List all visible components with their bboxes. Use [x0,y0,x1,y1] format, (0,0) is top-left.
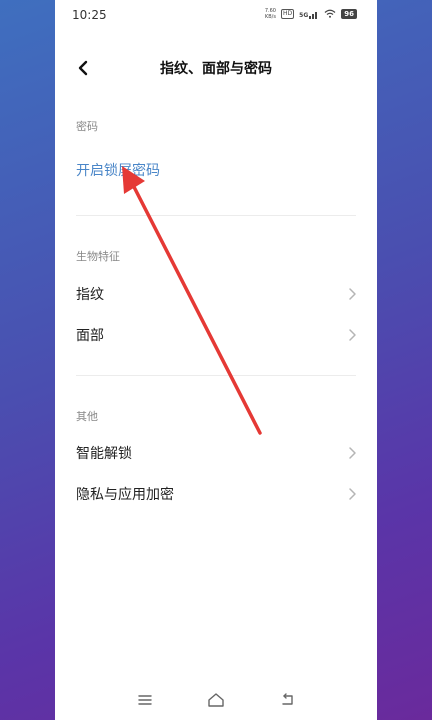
chevron-right-icon [349,488,356,500]
nav-back-button[interactable] [276,688,300,712]
status-bar: 10:25 7.60 KB/s HD 5G 96 [55,0,377,32]
navigation-bar [55,680,377,720]
chevron-right-icon [349,288,356,300]
list-item-label: 指纹 [76,287,104,303]
chevron-right-icon [349,329,356,341]
page-title: 指纹、面部与密码 [160,61,272,77]
home-icon [208,693,224,707]
divider [76,215,356,216]
header: 指纹、面部与密码 [55,50,377,86]
wifi-icon [324,9,336,20]
nav-home-button[interactable] [204,688,228,712]
section-label-password: 密码 [76,120,98,133]
list-item-label: 智能解锁 [76,446,132,462]
menu-icon [138,695,152,705]
list-item-face[interactable]: 面部 [55,316,377,354]
list-item-label: 隐私与应用加密 [76,487,174,503]
signal-label: 5G [299,11,309,19]
signal-icon: 5G [299,10,319,19]
divider [76,375,356,376]
list-item-fingerprint[interactable]: 指纹 [55,275,377,313]
section-label-other: 其他 [76,410,98,423]
list-item-label: 面部 [76,328,104,344]
enable-lock-screen-password-link[interactable]: 开启锁屏密码 [76,160,160,180]
phone-screen: 10:25 7.60 KB/s HD 5G 96 指纹、面部与密码 密码 开启锁… [55,0,377,720]
hd-badge: HD [281,9,295,19]
battery-indicator: 96 [341,9,357,19]
network-speed: 7.60 KB/s [264,8,276,20]
status-time: 10:25 [72,8,107,22]
chevron-right-icon [349,447,356,459]
list-item-privacy-app-encryption[interactable]: 隐私与应用加密 [55,475,377,513]
section-label-biometrics: 生物特征 [76,250,120,263]
nav-menu-button[interactable] [133,688,157,712]
list-item-smart-unlock[interactable]: 智能解锁 [55,434,377,472]
status-icons: 7.60 KB/s HD 5G 96 [265,8,357,20]
back-icon [282,693,293,705]
